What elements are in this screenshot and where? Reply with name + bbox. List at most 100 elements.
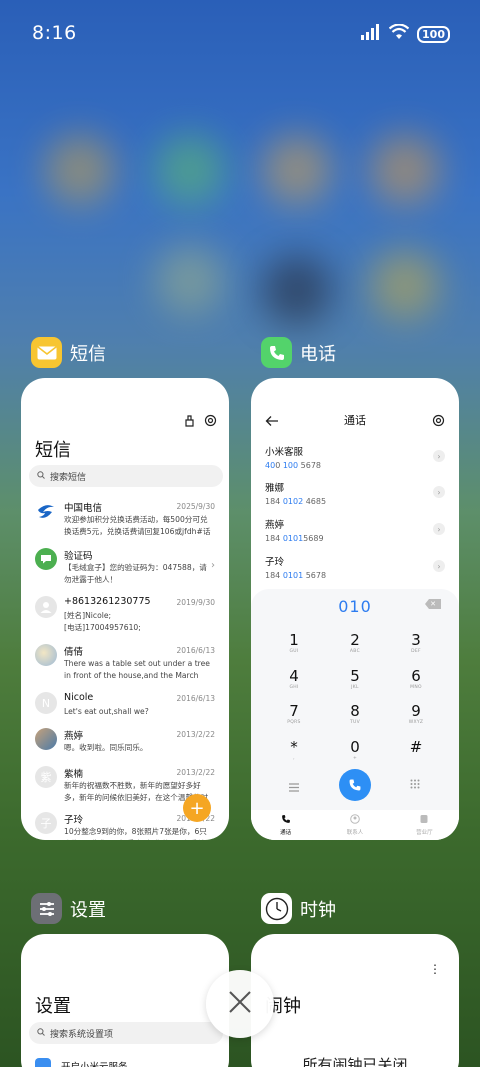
thread-preview: 10分整念9到的你，8张照片7张是你，6只小狗5只像你，4根香头3根你的，2次看…	[64, 827, 210, 840]
thread-date: 2013/2/22	[176, 768, 215, 777]
contact-number: 184 01015689	[265, 534, 324, 543]
search-input[interactable]: 搜索短信	[29, 465, 223, 487]
message-thread[interactable]: 倩倩 2016/6/13 There was a table set out u…	[21, 644, 229, 694]
thread-name: 中国电信	[64, 503, 103, 514]
thread-preview: Let's eat out,shall we?	[64, 707, 149, 716]
tab-calls[interactable]: 通话	[251, 810, 320, 840]
thread-preview: There was a table set out under a tree i…	[64, 659, 210, 680]
page-title: 短信	[35, 440, 71, 461]
bottom-tab-bar: 通话 联系人 营业厅	[251, 810, 459, 840]
clear-all-button[interactable]	[206, 970, 274, 1038]
empty-state-text: 所有闹钟已关闭	[302, 1056, 408, 1067]
thread-name: 燕婷	[64, 731, 84, 742]
tab-label: 联系人	[346, 830, 364, 836]
dialpad: 010 ✕ 1 GUI 2 ABC 3 DEF 4 GHI 5 JKL 6 MNO 7 PQR…	[251, 589, 459, 840]
store-icon	[419, 814, 429, 826]
thread-preview: 【毛绒盒子】您的验证码为：047588，请勿泄露于他人！	[64, 563, 207, 584]
chevron-right-icon[interactable]: ›	[433, 560, 445, 572]
thread-preview: 嗯。收到啦。同乐同乐。	[64, 743, 148, 752]
chevron-right-icon[interactable]: ›	[433, 486, 445, 498]
menu-icon[interactable]	[288, 777, 300, 796]
settings-app-icon	[31, 893, 62, 924]
dial-key-6[interactable]: 6 MNO	[396, 667, 436, 690]
thread-name: 倩倩	[64, 647, 84, 658]
thread-preview: 欢迎参加积分兑换话费活动，每500分可兑换话费5元，兑换话费请回复106或jfd…	[64, 515, 211, 536]
dial-key-8[interactable]: 8 TUV	[335, 702, 375, 725]
chevron-right-icon[interactable]: ›	[433, 523, 445, 535]
wallpaper-blur	[45, 135, 115, 205]
contact-name: 子玲	[265, 557, 285, 568]
dial-key-star[interactable]: *,	[274, 738, 314, 761]
app-label-phone[interactable]: 电话	[261, 337, 336, 368]
settings-gear-icon[interactable]	[432, 412, 445, 431]
thread-name: 子玲	[64, 815, 84, 826]
contacts-icon	[350, 814, 360, 826]
dial-key-5[interactable]: 5 JKL	[335, 667, 375, 690]
avatar	[35, 596, 57, 618]
thread-date: 2013/2/22	[176, 730, 215, 739]
search-icon	[37, 1027, 45, 1039]
tab-contacts[interactable]: 联系人	[320, 810, 389, 840]
dial-key-9[interactable]: 9 WXYZ	[396, 702, 436, 725]
message-thread[interactable]: 中国电信 2025/9/30 欢迎参加积分兑换话费活动，每500分可兑换话费5元…	[21, 500, 229, 550]
thread-name: +8613261230775	[64, 596, 151, 607]
message-thread[interactable]: +8613261230775 2019/9/30 [姓名]Nicole; [电话…	[21, 596, 229, 646]
dial-key-7[interactable]: 7 PQRS	[274, 702, 314, 725]
app-label-messages[interactable]: 短信	[31, 337, 106, 368]
wallpaper-blur	[370, 135, 440, 205]
dial-key-4[interactable]: 4 GHI	[274, 667, 314, 690]
more-options-icon[interactable]: ⋮	[429, 963, 441, 975]
avatar: N	[35, 692, 57, 714]
thread-date: 2016/6/13	[176, 694, 215, 703]
dial-key-3[interactable]: 3 DEF	[396, 631, 436, 654]
app-label-text: 短信	[70, 343, 106, 365]
new-message-button[interactable]: +	[183, 794, 211, 822]
chevron-right-icon[interactable]: ›	[433, 450, 445, 462]
thread-name: 紫楠	[64, 769, 84, 780]
tab-label: 通话	[280, 830, 292, 836]
dial-key-1[interactable]: 1 GUI	[274, 631, 314, 654]
thread-preview: [姓名]Nicole; [电话]17004957610;	[64, 611, 141, 632]
dial-key-2[interactable]: 2 ABC	[335, 631, 375, 654]
contact-item[interactable]: 小米客服 400 100 5678 ›	[265, 444, 445, 474]
contact-number: 400 100 5678	[265, 461, 322, 470]
messages-app-card[interactable]: 短信 搜索短信 中国电信 2025/9/30 欢迎参加积分兑换话费活动，每500…	[21, 378, 229, 840]
thread-date: 2019/9/30	[176, 598, 215, 607]
phone-icon	[281, 814, 291, 826]
tab-label: 营业厅	[416, 830, 433, 836]
clock-app-card[interactable]: ⋮ 闹钟 所有闹钟已关闭	[251, 934, 459, 1067]
dial-key-0[interactable]: 0 +	[335, 738, 375, 761]
settings-gear-icon[interactable]	[204, 412, 217, 431]
message-thread[interactable]: 验证码 › 【毛绒盒子】您的验证码为：047588，请勿泄露于他人！	[21, 548, 229, 598]
cleanup-icon[interactable]	[183, 412, 196, 431]
dial-key-hash[interactable]: #	[396, 738, 436, 756]
status-time: 8:16	[32, 22, 77, 44]
contact-item[interactable]: 燕婷 184 01015689 ›	[265, 517, 445, 547]
wifi-icon	[388, 23, 410, 44]
status-bar: 8:16 100	[0, 0, 480, 66]
app-label-clock[interactable]: 时钟	[261, 893, 336, 924]
wallpaper-blur	[155, 245, 225, 315]
messages-app-icon	[31, 337, 62, 368]
search-input[interactable]: 搜索系统设置项	[29, 1022, 223, 1044]
phone-app-card[interactable]: 通话 小米客服 400 100 5678 › 雅娜 184 0102 4685 …	[251, 378, 459, 840]
wallpaper-blur	[155, 135, 225, 205]
contact-item[interactable]: 雅娜 184 0102 4685 ›	[265, 480, 445, 510]
page-title: 设置	[35, 996, 71, 1017]
search-placeholder: 搜索短信	[50, 472, 87, 483]
thread-name: 验证码	[64, 551, 93, 562]
thread-name: Nicole	[64, 692, 94, 703]
contact-item[interactable]: 子玲 184 0101 5678 ›	[265, 554, 445, 584]
tab-service-hall[interactable]: 营业厅	[390, 810, 459, 840]
settings-item-label: 开启小米云服务	[61, 1059, 128, 1067]
app-label-settings[interactable]: 设置	[31, 893, 106, 924]
call-button[interactable]	[339, 769, 371, 801]
settings-app-card[interactable]: 设置 搜索系统设置项 开启小米云服务	[21, 934, 229, 1067]
dialpad-toggle-icon[interactable]	[410, 774, 420, 793]
wallpaper-blur	[262, 255, 332, 325]
settings-item-cloud[interactable]: 开启小米云服务	[35, 1058, 128, 1067]
thread-date: 2016/6/13	[176, 646, 215, 655]
cloud-icon	[35, 1058, 51, 1067]
contact-name: 小米客服	[265, 447, 304, 458]
phone-app-icon	[261, 337, 292, 368]
